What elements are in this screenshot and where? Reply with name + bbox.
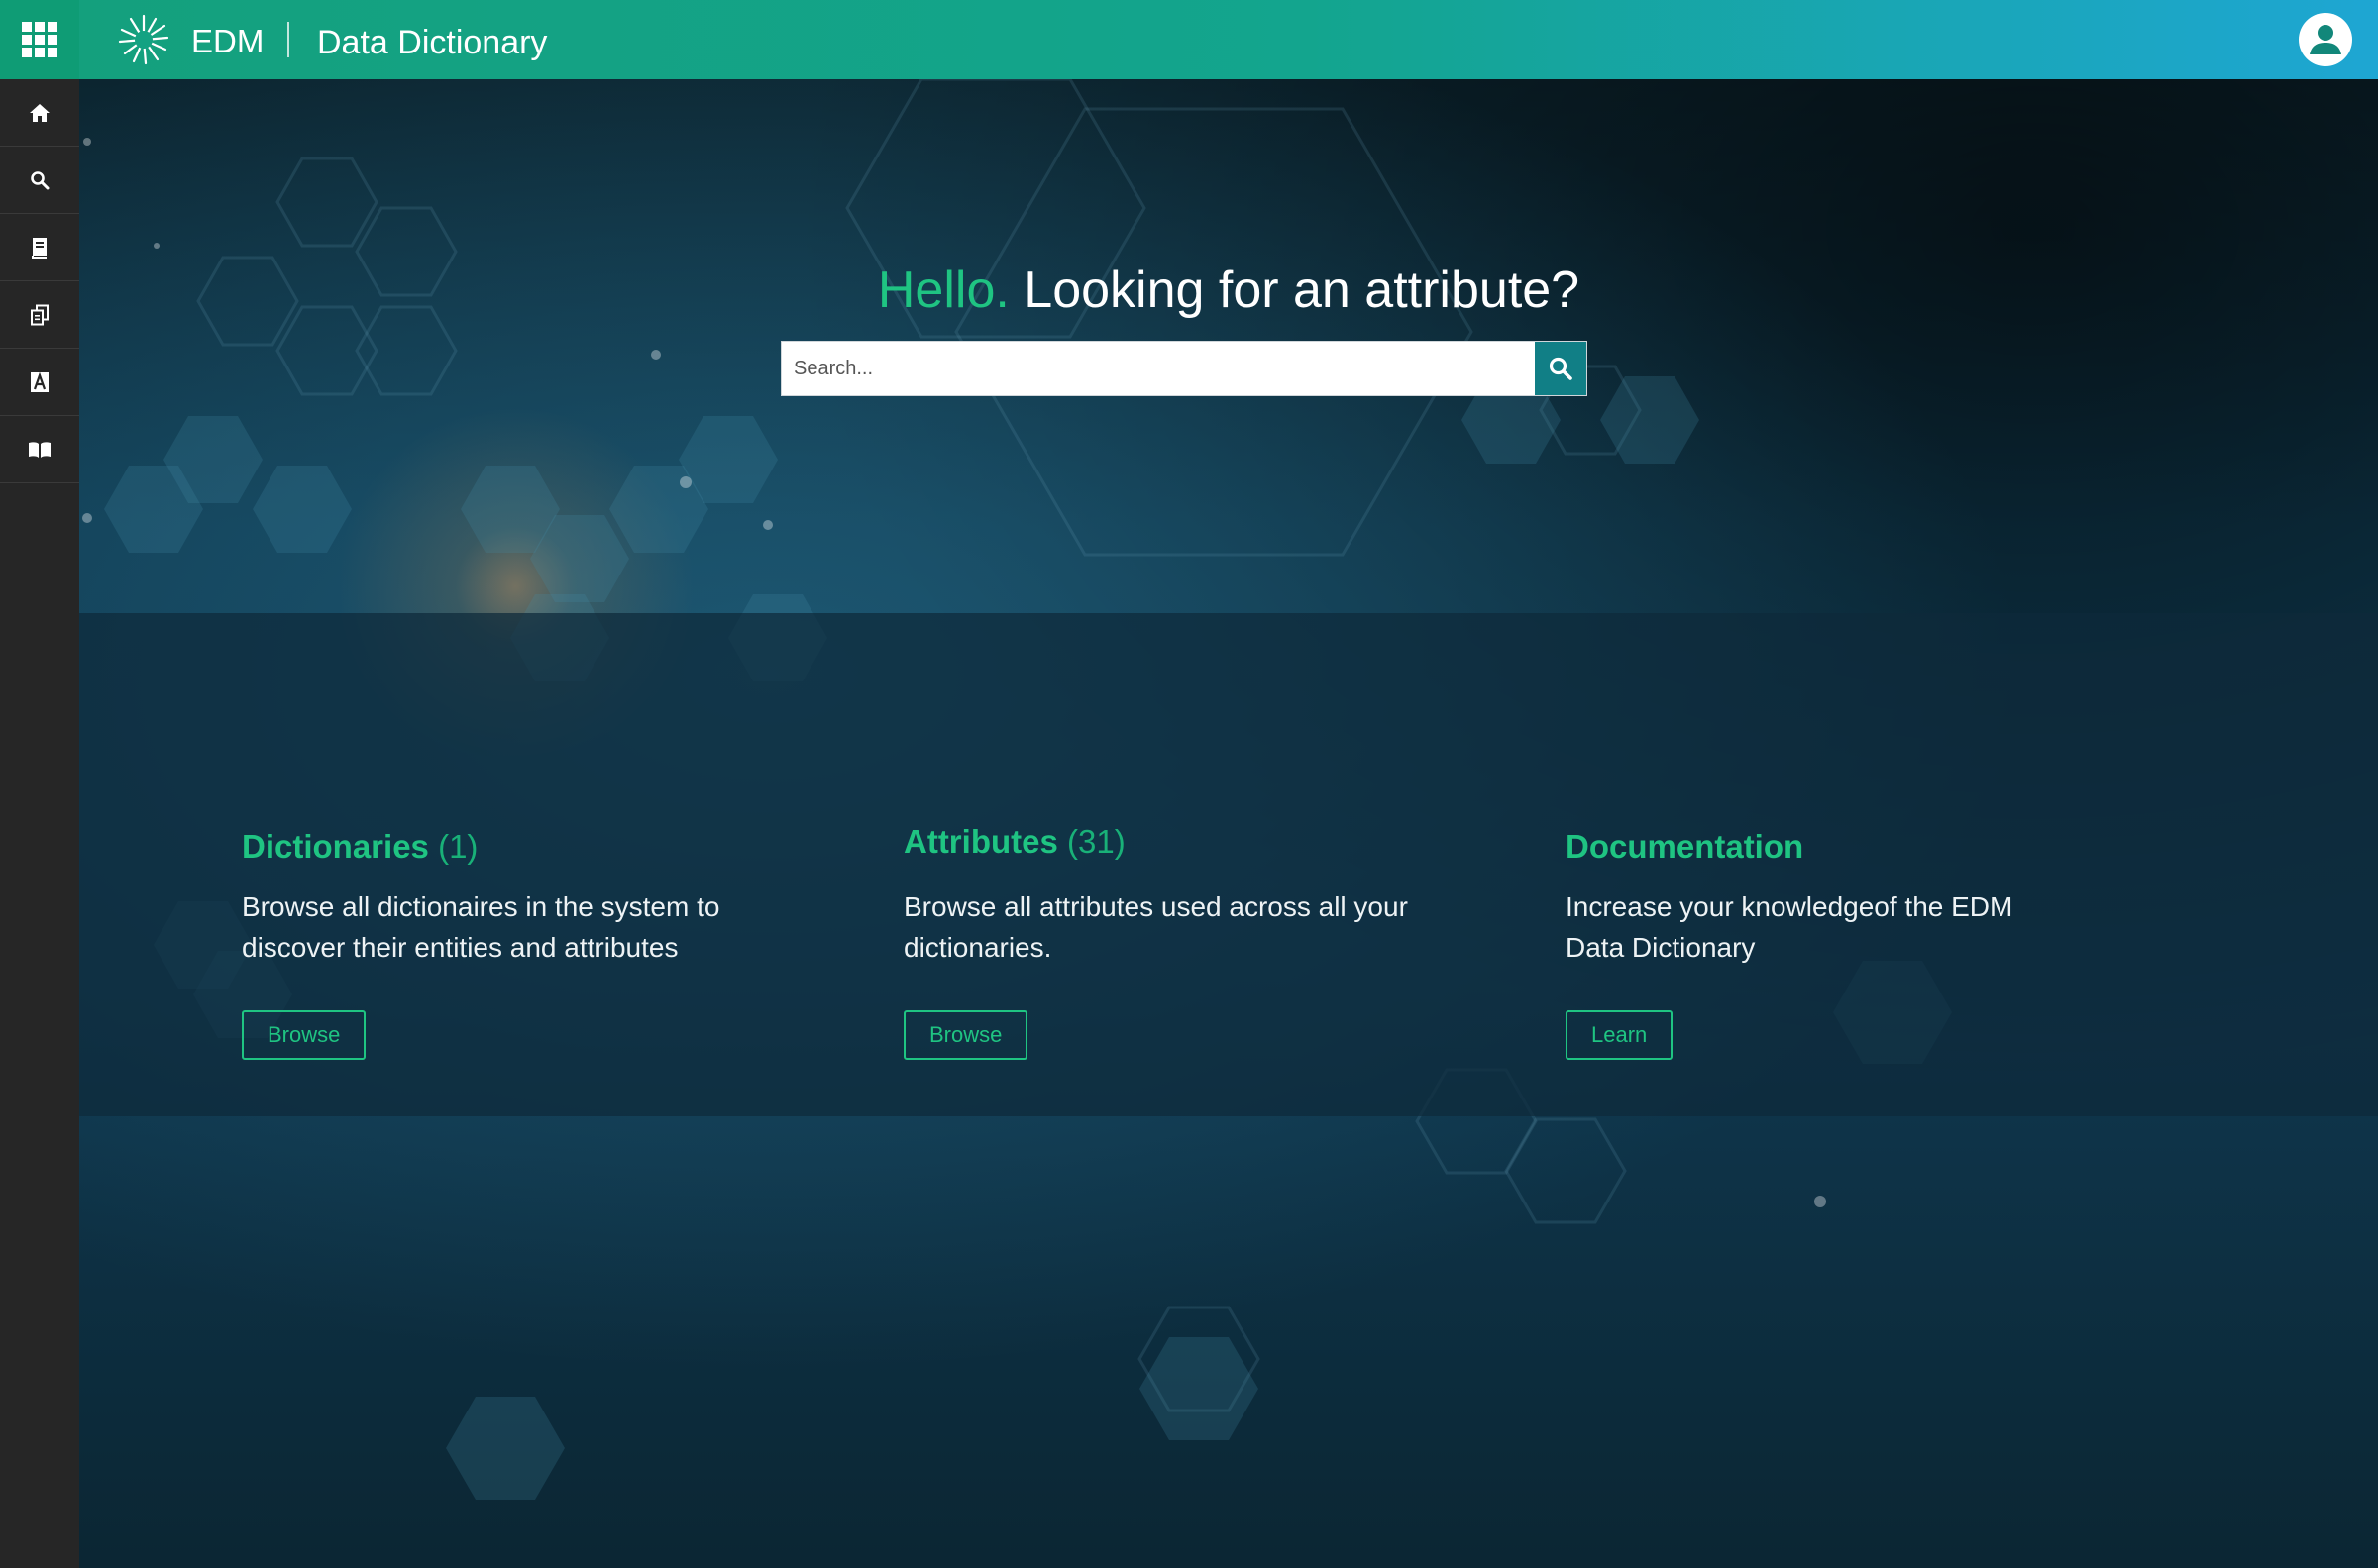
dictionary-icon — [32, 237, 47, 259]
search-button[interactable] — [1535, 342, 1586, 395]
search-input[interactable] — [782, 342, 1535, 395]
documentation-title[interactable]: Documentation — [1566, 828, 1803, 865]
dictionaries-heading[interactable]: Dictionaries (1) — [242, 827, 797, 867]
search-icon — [1549, 357, 1572, 380]
sidebar-item-home[interactable] — [0, 79, 79, 147]
edm-logo-icon — [118, 14, 169, 65]
attributes-heading[interactable]: Attributes (31) — [904, 822, 1459, 862]
sidebar-item-attributes[interactable] — [0, 349, 79, 416]
user-avatar-icon — [2310, 25, 2341, 54]
sidebar-item-documentation[interactable] — [0, 416, 79, 483]
attribute-a-icon — [31, 371, 49, 392]
search-bar — [781, 341, 1587, 396]
attributes-title[interactable]: Attributes — [904, 823, 1058, 860]
learn-documentation-button[interactable]: Learn — [1566, 1010, 1674, 1060]
main-content: Hello. Looking for an attribute? Diction… — [79, 79, 2378, 1568]
browse-dictionaries-button[interactable]: Browse — [242, 1010, 367, 1060]
copy-documents-icon — [31, 304, 49, 325]
open-book-icon — [29, 441, 51, 458]
attributes-count: (31) — [1057, 823, 1126, 860]
home-icon — [30, 103, 50, 122]
hero-question: Looking for an attribute? — [1009, 261, 1580, 319]
user-avatar-button[interactable] — [2299, 13, 2352, 66]
documentation-description: Increase your knowledgeof the EDM Data D… — [1566, 891, 2013, 963]
documentation-card: Documentation Increase your knowledgeof … — [1566, 827, 2120, 1060]
app-title[interactable]: Data Dictionary — [317, 0, 547, 79]
dictionaries-count: (1) — [428, 828, 479, 865]
apps-grid-icon — [22, 22, 57, 57]
dictionaries-title[interactable]: Dictionaries — [242, 828, 429, 865]
browse-attributes-button[interactable]: Browse — [904, 1010, 1028, 1060]
attributes-card: Attributes (31) Browse all attributes us… — [904, 822, 1459, 1060]
hero-greeting: Hello. — [877, 261, 1010, 319]
dictionaries-card: Dictionaries (1) Browse all dictionaires… — [242, 827, 797, 1060]
attributes-description: Browse all attributes used across all yo… — [904, 891, 1408, 963]
search-icon — [31, 170, 50, 189]
header-divider — [287, 22, 289, 57]
sidebar — [0, 79, 79, 1568]
sidebar-item-dictionaries[interactable] — [0, 214, 79, 281]
hero-title: Hello. Looking for an attribute? — [79, 261, 2378, 320]
apps-launcher-button[interactable] — [0, 0, 79, 79]
top-bar: EDM Data Dictionary — [0, 0, 2378, 79]
documentation-heading[interactable]: Documentation — [1566, 827, 2120, 867]
sidebar-item-copies[interactable] — [0, 281, 79, 349]
sidebar-item-search[interactable] — [0, 147, 79, 214]
brand-name[interactable]: EDM — [191, 0, 264, 79]
dictionaries-description: Browse all dictionaires in the system to… — [242, 891, 720, 963]
